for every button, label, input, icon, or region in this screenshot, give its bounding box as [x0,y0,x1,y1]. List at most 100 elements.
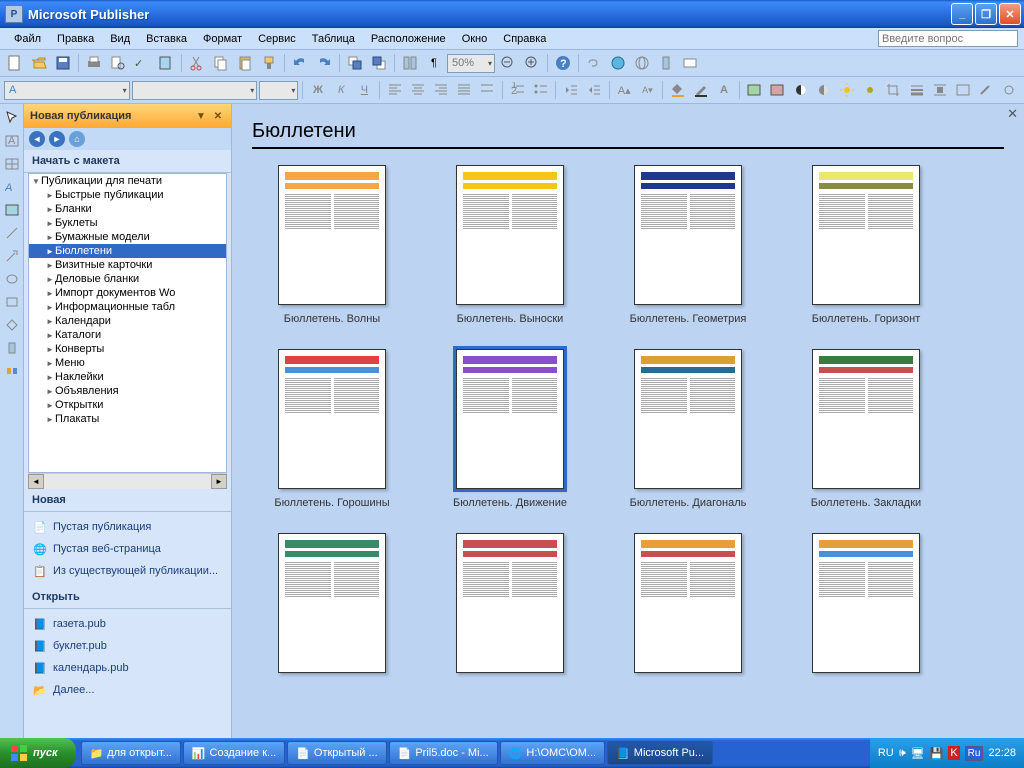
menu-format[interactable]: Формат [195,30,250,48]
rect-tool-icon[interactable] [2,292,22,312]
line-style-icon[interactable] [906,79,927,101]
help-search[interactable] [878,30,1018,47]
picture-frame-icon[interactable] [2,200,22,220]
research-icon[interactable] [155,52,177,74]
new-link[interactable]: 📋Из существующей публикации... [32,560,223,582]
tree-item[interactable]: ►Бланки [29,202,226,216]
dec-indent-icon[interactable] [560,79,581,101]
textbox-icon[interactable]: A [2,131,22,151]
minimize-button[interactable]: _ [951,3,973,25]
template-item[interactable]: Бюллетень. Горошины [252,349,412,509]
taskbar-button[interactable]: 📄Pril5.doc - Mi... [389,741,498,765]
clock[interactable]: 22:28 [988,747,1016,759]
taskbar-button[interactable]: 📘Microsoft Pu... [607,741,713,765]
redo-icon[interactable] [313,52,335,74]
template-item[interactable]: Бюллетень. Волны [252,165,412,325]
open-link[interactable]: 📘газета.pub [32,613,223,635]
gallery-close-icon[interactable]: ✕ [1007,106,1018,122]
less-bright-icon[interactable] [860,79,881,101]
taskpane-back-icon[interactable]: ◄ [29,131,45,147]
print-icon[interactable] [83,52,105,74]
numbering-icon[interactable]: 12 [507,79,528,101]
new-icon[interactable] [4,52,26,74]
tree-item[interactable]: ►Наклейки [29,370,226,384]
tree-item[interactable]: ►Буклеты [29,216,226,230]
reset-pic-icon[interactable] [999,79,1020,101]
arrow-tool-icon[interactable] [2,246,22,266]
open-icon[interactable] [28,52,50,74]
hyperlink-icon[interactable] [631,52,653,74]
tray-kaspersky-icon[interactable]: K [948,746,959,760]
tree-item[interactable]: ►Бумажные модели [29,230,226,244]
fontsize-combo[interactable] [259,81,298,100]
autoshapes-icon[interactable] [2,315,22,335]
tree-item[interactable]: ►Импорт документов Wo [29,286,226,300]
more-bright-icon[interactable] [836,79,857,101]
menu-arrange[interactable]: Расположение [363,30,454,48]
taskbar-button[interactable]: 📄Открытый ... [287,741,386,765]
menu-table[interactable]: Таблица [304,30,363,48]
pic-color-icon[interactable] [767,79,788,101]
align-justify-icon[interactable] [454,79,475,101]
align-center-icon[interactable] [407,79,428,101]
tree-item[interactable]: ►Конверты [29,342,226,356]
tree-item[interactable]: ►Открытки [29,398,226,412]
save-icon[interactable] [52,52,74,74]
bookmark-icon[interactable] [655,52,677,74]
help-input[interactable] [878,30,1018,47]
taskpane-close-icon[interactable]: ✕ [211,109,225,123]
zoom-combo[interactable]: 50% [447,54,495,73]
tree-item[interactable]: ►Календари [29,314,226,328]
lang-indicator[interactable]: RU [878,747,894,759]
tree-item-top[interactable]: ▼Публикации для печати [29,174,226,188]
pointer-icon[interactable] [2,108,22,128]
bookmark-tool-icon[interactable] [2,338,22,358]
design-gallery-icon[interactable] [2,361,22,381]
tree-item[interactable]: ►Плакаты [29,412,226,426]
align-left-icon[interactable] [384,79,405,101]
template-item[interactable]: Бюллетень. Выноски [430,165,590,325]
tray-icon[interactable]: 💾 [930,747,944,760]
lang-indicator-2[interactable]: Ru [965,746,984,761]
close-button[interactable]: ✕ [999,3,1021,25]
form-icon[interactable] [679,52,701,74]
open-link[interactable]: 📂Далее... [32,679,223,701]
tray-icon[interactable]: 🕪 [899,747,906,760]
paste-icon[interactable] [234,52,256,74]
crop-icon[interactable] [883,79,904,101]
taskpane-home-icon[interactable]: ⌂ [69,131,85,147]
tree-item[interactable]: ►Информационные табл [29,300,226,314]
preview-icon[interactable] [107,52,129,74]
format-painter-icon[interactable] [258,52,280,74]
underline-icon[interactable]: Ч [354,79,375,101]
copy-icon[interactable] [210,52,232,74]
open-link[interactable]: 📘буклет.pub [32,635,223,657]
oval-tool-icon[interactable] [2,269,22,289]
tree-item[interactable]: ►Деловые бланки [29,272,226,286]
dec-font-icon[interactable]: A▾ [637,79,658,101]
cut-icon[interactable] [186,52,208,74]
inc-font-icon[interactable]: A▴ [614,79,635,101]
template-item[interactable]: Бюллетень. Закладки [786,349,946,509]
fill-color-icon[interactable] [667,79,688,101]
new-link[interactable]: 📄Пустая публикация [32,516,223,538]
transparent-icon[interactable] [976,79,997,101]
menu-file[interactable]: Файл [6,30,49,48]
template-item[interactable]: Бюллетень. Диагональ [608,349,768,509]
insert-pic-icon[interactable] [744,79,765,101]
text-wrap-icon[interactable] [929,79,950,101]
more-contrast-icon[interactable] [790,79,811,101]
template-item[interactable] [786,533,946,681]
tree-item[interactable]: ►Объявления [29,384,226,398]
line-tool-icon[interactable] [2,223,22,243]
zoom-out-icon[interactable] [497,52,519,74]
taskbar-button[interactable]: 🌐H:\OMC\OM... [500,741,605,765]
template-item[interactable] [252,533,412,681]
format-pic-icon[interactable] [952,79,973,101]
taskbar-button[interactable]: 📊Создание к... [183,741,285,765]
template-item[interactable]: Бюллетень. Геометрия [608,165,768,325]
template-item[interactable] [608,533,768,681]
help-icon[interactable]: ? [552,52,574,74]
bullets-icon[interactable] [530,79,551,101]
web-preview-icon[interactable] [607,52,629,74]
